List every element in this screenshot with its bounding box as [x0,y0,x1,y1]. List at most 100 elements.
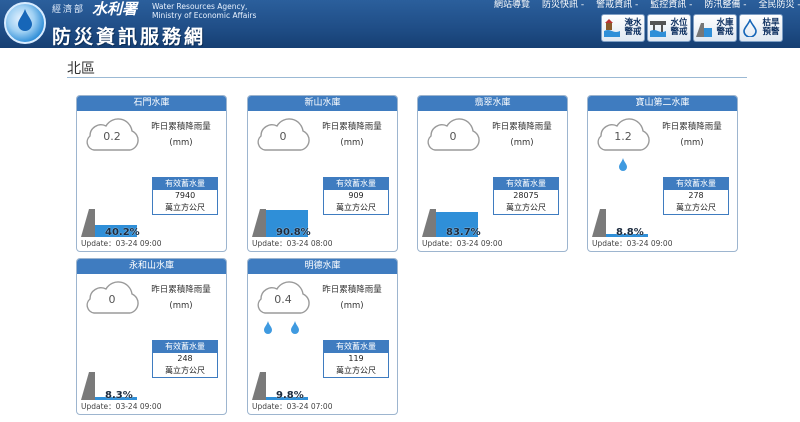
water-level-warning-button[interactable]: 水位 警戒 [647,14,691,42]
rainfall-value: 0 [449,130,457,143]
top-nav: 網站導覽 防災快訊 - 警戒資訊 - 監控資訊 - 防汛整備 - 全民防災 - … [488,0,800,12]
storage-box: 有效蓄水量 248 萬立方公尺 [152,340,218,378]
storage-box: 有效蓄水量 28075 萬立方公尺 [493,177,559,215]
storage-head: 有效蓄水量 [153,341,217,353]
water-level-warning-line2: 警戒 [670,27,688,37]
storage-head: 有效蓄水量 [494,178,558,190]
drought-warning-line2: 預警 [762,27,780,37]
rainfall-label-text: 昨日累積降雨量 [151,285,211,295]
storage-percent: 8.8% [616,227,644,238]
storage-unit: 萬立方公尺 [336,203,376,212]
storage-percent: 9.8% [276,390,304,401]
storage-percent: 83.7% [446,227,481,238]
dam-wall [252,209,266,237]
rainfall-label-text: 昨日累積降雨量 [662,122,722,132]
rainfall-value: 1.2 [614,130,632,143]
update-value: 03-24 09:00 [456,239,503,248]
nav-warnings[interactable]: 警戒資訊 - [590,0,644,12]
dam-wall [81,372,95,400]
storage-unit: 萬立方公尺 [336,366,376,375]
drought-icon [743,19,757,37]
update-time: Update：03-24 08:00 [252,238,332,249]
rainfall-label-text: 昨日累積降雨量 [151,122,211,132]
water-level-icon [650,21,666,37]
update-value: 03-24 08:00 [286,239,333,248]
rainfall-label-text: 昨日累積降雨量 [322,122,382,132]
nav-preparedness[interactable]: 防汛整備 - [698,0,752,12]
storage-box: 有效蓄水量 7940 萬立方公尺 [152,177,218,215]
reservoir-name[interactable]: 石門水庫 [77,96,226,111]
reservoir-card[interactable]: 寶山第二水庫 1.2 昨日累積降雨量 (mm) 有效蓄水量 278 萬立方公尺 8.8% Upd… [587,95,738,252]
rainfall-label: 昨日累積降雨量 (mm) [312,282,392,314]
site-title[interactable]: 防災資訊服務網 [52,22,206,49]
storage-value: 278 [688,191,704,200]
rainfall-unit: (mm) [680,138,704,148]
storage-percent: 90.8% [276,227,311,238]
reservoir-name[interactable]: 翡翠水庫 [418,96,567,111]
storage-percent: 40.2% [105,227,140,238]
reservoir-card[interactable]: 石門水庫 0.2 昨日累積降雨量 (mm) 有效蓄水量 7940 萬立方公尺 40.2% Upd… [76,95,227,252]
drought-warning-label: 枯旱 預警 [760,18,782,38]
rainfall-value: 0.4 [274,293,292,306]
dam-wall [81,209,95,237]
update-prefix: Update： [81,402,116,411]
reservoir-warning-button[interactable]: 水庫 警戒 [693,14,737,42]
rainfall-label: 昨日累積降雨量 (mm) [482,119,562,151]
reservoir-name[interactable]: 寶山第二水庫 [588,96,737,111]
storage-head: 有效蓄水量 [324,341,388,353]
org-name-en: Water Resources Agency, Ministry of Econ… [152,2,256,20]
rainfall-unit: (mm) [340,138,364,148]
storage-percent: 8.3% [105,390,133,401]
rainfall-unit: (mm) [510,138,534,148]
nav-monitor[interactable]: 監控資訊 - [644,0,698,12]
org-name-en-line1: Water Resources Agency, [152,2,248,11]
org-brand: 水利署 [92,0,138,18]
flood-warning-label: 淹水 警戒 [622,18,644,38]
storage-unit: 萬立方公尺 [676,203,716,212]
water-level-warning-label: 水位 警戒 [668,18,690,38]
storage-unit: 萬立方公尺 [506,203,546,212]
rainfall-label: 昨日累積降雨量 (mm) [141,282,221,314]
storage-box: 有效蓄水量 119 萬立方公尺 [323,340,389,378]
reservoir-name[interactable]: 新山水庫 [248,96,397,111]
update-time: Update：03-24 09:00 [81,401,161,412]
region-divider [67,77,747,78]
flood-warning-line2: 警戒 [624,27,642,37]
update-value: 03-24 07:00 [286,402,333,411]
rain-drops-icon [264,321,299,334]
reservoir-card[interactable]: 永和山水庫 0 昨日累積降雨量 (mm) 有效蓄水量 248 萬立方公尺 8.3% Update… [76,258,227,415]
rainfall-value: 0 [108,293,116,306]
storage-value: 7940 [174,191,196,200]
nav-alerts[interactable]: 防災快訊 - [536,0,590,12]
reservoir-card[interactable]: 翡翠水庫 0 昨日累積降雨量 (mm) 有效蓄水量 28075 萬立方公尺 83.7% Upda… [417,95,568,252]
warning-buttons: 淹水 警戒 水位 警戒 水庫 警戒 枯旱 預警 [601,14,783,42]
reservoir-name[interactable]: 明德水庫 [248,259,397,274]
reservoir-icon [696,23,712,37]
storage-value: 119 [348,354,364,363]
region-title: 北區 [67,61,95,77]
update-time: Update：03-24 09:00 [422,238,502,249]
storage-unit: 萬立方公尺 [165,366,205,375]
update-value: 03-24 09:00 [626,239,673,248]
storage-box: 有效蓄水量 278 萬立方公尺 [663,177,729,215]
update-value: 03-24 09:00 [115,239,162,248]
reservoir-card[interactable]: 明德水庫 0.4 昨日累積降雨量 (mm) 有效蓄水量 119 萬立方公尺 9.8% Updat… [247,258,398,415]
rainfall-label: 昨日累積降雨量 (mm) [652,119,732,151]
storage-value: 248 [177,354,193,363]
reservoir-name[interactable]: 永和山水庫 [77,259,226,274]
flood-warning-button[interactable]: 淹水 警戒 [601,14,645,42]
rainfall-unit: (mm) [169,301,193,311]
storage-head: 有效蓄水量 [324,178,388,190]
update-prefix: Update： [81,239,116,248]
drought-warning-button[interactable]: 枯旱 預警 [739,14,783,42]
storage-unit: 萬立方公尺 [165,203,205,212]
dam-wall [252,372,266,400]
nav-sitemap[interactable]: 網站導覽 [488,0,536,12]
storage-value: 909 [348,191,364,200]
storage-head: 有效蓄水量 [153,178,217,190]
rain-drops-icon [619,158,627,171]
update-prefix: Update： [252,239,287,248]
dam-wall [592,209,606,237]
nav-public[interactable]: 全民防災 - [752,0,800,12]
reservoir-card[interactable]: 新山水庫 0 昨日累積降雨量 (mm) 有效蓄水量 909 萬立方公尺 90.8% Update… [247,95,398,252]
